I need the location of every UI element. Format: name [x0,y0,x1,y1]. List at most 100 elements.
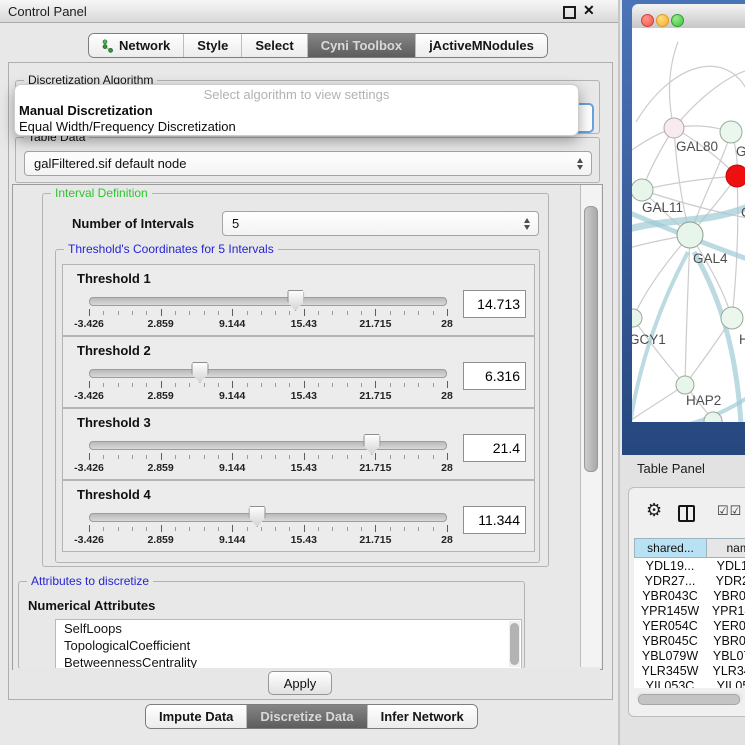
network-node[interactable] [664,118,684,138]
table-cell: YBR043C [634,588,706,603]
slider-tick-label: -3.426 [74,534,104,546]
tab-label: Impute Data [159,709,233,724]
slider-track[interactable] [89,369,447,378]
gear-icon[interactable]: ⚙ [646,501,662,519]
network-node[interactable] [726,165,745,187]
attribute-list-item[interactable]: SelfLoops [56,620,521,637]
slider-tick-label: 28 [441,534,453,546]
horizontal-scrollbar-thumb[interactable] [638,694,740,705]
table-cell: YIL053C [634,678,706,688]
zoom-window-icon[interactable] [671,14,684,27]
slider-tick-label: 9.144 [219,318,245,330]
network-node[interactable] [720,121,742,143]
tab-cyni-toolbox[interactable]: Cyni Toolbox [308,34,416,57]
table-cell: YDL19... [706,558,745,573]
slider-track[interactable] [89,297,447,306]
table-cell: YLR345W [634,663,706,678]
list-scrollbar[interactable] [509,621,520,667]
number-of-intervals-value: 5 [232,216,239,231]
algorithm-option-1[interactable]: Equal Width/Frequency Discretization [15,119,578,135]
slider-tick-label: 21.715 [359,534,391,546]
vertical-scrollbar-thumb[interactable] [584,206,598,472]
table-row[interactable]: YBR043CYBR043C [634,588,745,603]
network-window-titlebar [632,4,745,29]
network-node[interactable] [632,309,642,327]
network-edge[interactable] [674,70,745,128]
tab-label: Cyni Toolbox [321,38,402,53]
table-data-combobox[interactable]: galFiltered.sif default node [24,151,592,176]
slider-thumb[interactable] [249,506,266,527]
table-column-header-1[interactable]: name [706,538,745,558]
bottom-tab-discretize-data[interactable]: Discretize Data [247,705,367,728]
numerical-attributes-label: Numerical Attributes [28,598,155,613]
slider-tick-label: 21.715 [359,390,391,402]
network-canvas[interactable]: GAL80GCGAL11GAL4GCY1HHAP2 [632,28,745,422]
table-cell: YDR27... [706,573,745,588]
table-row[interactable]: YDL19...YDL19... [634,558,745,573]
table-row[interactable]: YPR145WYPR145W [634,603,745,618]
threshold-value-field[interactable] [463,362,526,390]
slider-ticks [89,453,447,461]
network-node[interactable] [632,179,653,201]
slider-track[interactable] [89,441,447,450]
table-row[interactable]: YER054CYER054C [634,618,745,633]
tab-label: Infer Network [381,709,464,724]
table-row[interactable]: YIL053CYIL053C [634,678,745,688]
checkbox-icons[interactable]: ☑☑ [717,503,742,519]
bottom-tab-impute-data[interactable]: Impute Data [146,705,247,728]
network-edge[interactable] [636,66,745,122]
table-cell: YIL053C [706,678,745,688]
close-panel-icon[interactable]: ✕ [583,2,595,19]
slider-track[interactable] [89,513,447,522]
network-node[interactable] [721,307,743,329]
number-of-intervals-combobox[interactable]: 5 [222,211,539,236]
tab-select[interactable]: Select [242,34,307,57]
table-cell: YBR045C [706,633,745,648]
apply-button[interactable]: Apply [268,671,332,695]
table-cell: YDL19... [634,558,706,573]
table-column-header-0[interactable]: shared... [634,538,706,558]
table-row[interactable]: YBR045CYBR045C [634,633,745,648]
slider-thumb[interactable] [191,362,208,383]
threshold-value-field[interactable] [463,434,526,462]
float-panel-icon[interactable] [563,6,576,19]
tab-network[interactable]: Network [89,34,184,57]
threshold-value-field[interactable] [463,290,526,318]
network-node-label: G [736,144,745,159]
network-node-label: H [739,332,745,347]
table-row[interactable]: YDR27...YDR27... [634,573,745,588]
minimize-window-icon[interactable] [656,14,669,27]
network-edge[interactable] [732,176,738,318]
bottom-tab-infer-network[interactable]: Infer Network [368,705,477,728]
attribute-list-item[interactable]: BetweennessCentrality [56,654,521,669]
slider-ticks [89,381,447,389]
slider-thumb[interactable] [287,290,304,311]
tab-label: jActiveMNodules [429,38,534,53]
list-scrollbar-thumb[interactable] [510,623,519,665]
close-window-icon[interactable] [641,14,654,27]
network-node-label: GAL11 [642,200,683,215]
split-view-icon[interactable] [678,505,695,522]
table-row[interactable]: YLR345WYLR345W [634,663,745,678]
slider-tick-label: 9.144 [219,534,245,546]
network-node[interactable] [676,376,694,394]
algorithm-option-0[interactable]: Manual Discretization [15,103,578,119]
network-edge[interactable] [669,42,678,128]
tab-jactivemnodules[interactable]: jActiveMNodules [416,34,547,57]
table-row[interactable]: YBL079WYBL079W [634,648,745,663]
network-node-label: GAL4 [693,251,728,266]
numerical-attributes-list[interactable]: SelfLoopsTopologicalCoefficientBetweenne… [55,619,522,669]
thresholds-group-label: Threshold's Coordinates for 5 Intervals [64,242,278,257]
network-edge[interactable] [642,176,737,190]
slider-thumb[interactable] [363,434,380,455]
combo-stepper-icon [524,218,530,230]
network-node[interactable] [677,222,703,248]
table-cell: YDR27... [634,573,706,588]
slider-tick-label: 21.715 [359,318,391,330]
threshold-value-field[interactable] [463,506,526,534]
threshold-label: Threshold 1 [77,271,151,286]
network-edge[interactable] [632,385,685,422]
attributes-group-label: Attributes to discretize [27,574,153,589]
attribute-list-item[interactable]: TopologicalCoefficient [56,637,521,654]
tab-style[interactable]: Style [184,34,242,57]
